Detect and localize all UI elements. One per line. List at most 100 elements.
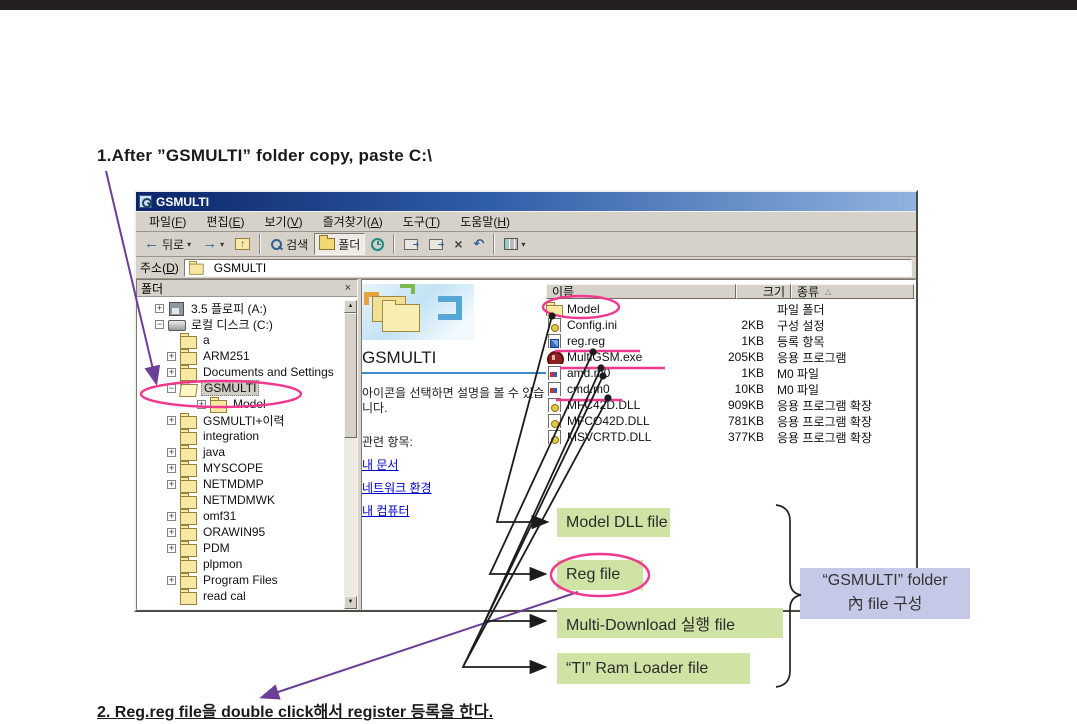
file-row-mfco42d-dll[interactable]: MFCO42D.DLL 781KB 응용 프로그램 확장	[546, 413, 915, 429]
toolbar-button-delete[interactable]: ×	[449, 233, 467, 255]
tree-item-documents-and-settings[interactable]: + Documents and Settings	[137, 364, 344, 381]
tree-item-pdm[interactable]: + PDM	[137, 540, 344, 557]
file-row-cmd-m0[interactable]: cmd.m0 10KB M0 파일	[546, 381, 915, 397]
folder-icon	[180, 428, 197, 445]
explorer-window: GSMULTI 파일(F) 편집(E) 보기(V) 즐겨찾기(A) 도구(T) 도움말(H…	[134, 190, 918, 612]
window-titlebar[interactable]: GSMULTI	[136, 192, 916, 211]
expand-plus-icon[interactable]: +	[167, 511, 176, 521]
tree-item-label: Model	[233, 397, 266, 411]
file-name-cell: MFC42D.DLL	[546, 398, 715, 412]
address-input[interactable]: GSMULTI	[183, 258, 912, 277]
toolbar-button-label: 검색	[286, 237, 309, 252]
tree-item-model[interactable]: + Model	[137, 396, 344, 413]
expand-plus-icon[interactable]: +	[197, 399, 206, 409]
menu-item-h[interactable]: 도움말(H)	[451, 211, 519, 232]
tree-item-label: read cal	[203, 589, 246, 603]
file-row-multigsm-exe[interactable]: MultiGSM.exe 205KB 응용 프로그램	[546, 349, 915, 365]
file-list: Model 파일 폴더 Config.ini 2KB 구성 설정 reg.reg 1KB 등록…	[546, 301, 915, 445]
toolbar-button-search[interactable]: 검색	[265, 233, 313, 255]
folder-open-icon	[180, 380, 196, 395]
webview-link-내-컴퓨터[interactable]: 내 컴퓨터	[362, 502, 410, 519]
toolbar-button-copy-to[interactable]	[424, 233, 448, 255]
tree-item-plpmon[interactable]: plpmon	[137, 556, 344, 573]
folder-icon	[180, 524, 197, 541]
tree-item-arm251[interactable]: + ARM251	[137, 348, 344, 365]
bracket-decoration-icon	[400, 284, 415, 294]
folder-artwork	[362, 284, 474, 340]
toolbar-button-move-to[interactable]	[399, 233, 423, 255]
tree-item-gsmulti-[interactable]: + GSMULTI+이력	[137, 412, 344, 429]
tree-item-integration[interactable]: integration	[137, 428, 344, 445]
column-header-name[interactable]: 이름	[546, 284, 736, 299]
tree-item-orawin95[interactable]: + ORAWIN95	[137, 524, 344, 541]
expand-plus-icon[interactable]: +	[167, 479, 176, 489]
side-label-line2: 內 file 구성	[847, 596, 923, 613]
menu-item-e[interactable]: 편집(E)	[197, 211, 253, 232]
expand-plus-icon[interactable]: +	[167, 463, 176, 473]
toolbar-button-views[interactable]: ▾	[499, 233, 530, 255]
file-row-mfc42d-dll[interactable]: MFC42D.DLL 909KB 응용 프로그램 확장	[546, 397, 915, 413]
tree-item-read-cal[interactable]: read cal	[137, 588, 344, 605]
undo-icon: ↶	[473, 236, 485, 251]
expand-plus-icon[interactable]: +	[167, 527, 176, 537]
file-row-reg-reg[interactable]: reg.reg 1KB 등록 항목	[546, 333, 915, 349]
scroll-down-icon[interactable]: ▼	[344, 596, 357, 609]
folder-icon	[180, 444, 197, 461]
address-folder-icon	[188, 261, 204, 275]
file-size-cell: 377KB	[727, 430, 764, 444]
tree-item-a[interactable]: a	[137, 332, 344, 349]
expand-plus-icon[interactable]: +	[167, 575, 176, 585]
expand-plus-icon[interactable]: +	[155, 303, 164, 313]
tree-item-3-5-a-[interactable]: +3.5 플로피 (A:)	[137, 300, 344, 316]
tree-item-myscope[interactable]: + MYSCOPE	[137, 460, 344, 477]
file-name-cell: Config.ini	[546, 318, 715, 332]
tree-item-program-files[interactable]: + Program Files	[137, 572, 344, 589]
webview-link-내-문서[interactable]: 내 문서	[362, 456, 398, 473]
dll-file-icon	[546, 414, 562, 428]
expand-plus-icon[interactable]: +	[167, 351, 176, 361]
tree-item-label: 로컬 디스크 (C:)	[191, 317, 273, 332]
tree-item-java[interactable]: + java	[137, 444, 344, 461]
collapse-minus-icon[interactable]: −	[155, 319, 164, 329]
expand-plus-icon[interactable]: +	[167, 367, 176, 377]
m0-file-icon	[546, 382, 562, 396]
expand-plus-icon[interactable]: +	[167, 415, 176, 425]
file-row-config-ini[interactable]: Config.ini 2KB 구성 설정	[546, 317, 915, 333]
column-header-extra	[914, 284, 915, 299]
tree-item-netmdmp[interactable]: + NETMDMP	[137, 476, 344, 493]
toolbar-button-history[interactable]	[366, 233, 389, 255]
tree-item-omf31[interactable]: + omf31	[137, 508, 344, 525]
toolbar-button-forward[interactable]: → ▾	[197, 233, 229, 255]
menu-item-f[interactable]: 파일(F)	[140, 211, 195, 232]
scrollbar-thumb[interactable]	[344, 313, 357, 438]
toolbar-button-undo[interactable]: ↶	[469, 233, 490, 255]
toolbar-separator	[493, 234, 496, 254]
collapse-minus-icon[interactable]: −	[167, 383, 176, 393]
toolbar-button-up[interactable]: ↑	[230, 233, 255, 255]
file-name-cell: MultiGSM.exe	[546, 350, 715, 364]
scroll-up-icon[interactable]: ▲	[344, 300, 357, 313]
tree-scrollbar[interactable]: ▲ ▼	[344, 300, 357, 609]
tree-item-gsmulti[interactable]: − GSMULTI	[137, 380, 344, 396]
tree-item-netmdmwk[interactable]: NETMDMWK	[137, 492, 344, 509]
menu-item-t[interactable]: 도구(T)	[394, 211, 449, 232]
menu-item-v[interactable]: 보기(V)	[256, 211, 312, 232]
column-header-type[interactable]: 종류 △	[791, 284, 914, 299]
close-pane-icon[interactable]: ×	[343, 282, 353, 294]
toolbar-button-folders[interactable]: 폴더	[314, 233, 366, 255]
file-type-cell: 구성 설정	[777, 318, 825, 333]
file-row-msvcrtd-dll[interactable]: MSVCRTD.DLL 377KB 응용 프로그램 확장	[546, 429, 915, 445]
file-size-cell: 781KB	[727, 414, 764, 428]
file-row-model[interactable]: Model 파일 폴더	[546, 301, 915, 317]
file-row-amd-m0[interactable]: amd.m0 1KB M0 파일	[546, 365, 915, 381]
file-type-cell: 등록 항목	[777, 334, 825, 349]
tree-item--c-[interactable]: − 로컬 디스크 (C:)	[137, 316, 344, 332]
file-name-text: Model	[567, 302, 600, 316]
tree-item-label: GSMULTI+이력	[203, 413, 285, 428]
toolbar-button-back[interactable]: ← 뒤로 ▾	[139, 233, 196, 255]
expand-plus-icon[interactable]: +	[167, 447, 176, 457]
expand-plus-icon[interactable]: +	[167, 543, 176, 553]
webview-link-네트워크-환경[interactable]: 네트워크 환경	[362, 479, 432, 496]
menu-item-a[interactable]: 즐겨찾기(A)	[314, 211, 392, 232]
column-header-size[interactable]: 크기	[736, 284, 791, 299]
